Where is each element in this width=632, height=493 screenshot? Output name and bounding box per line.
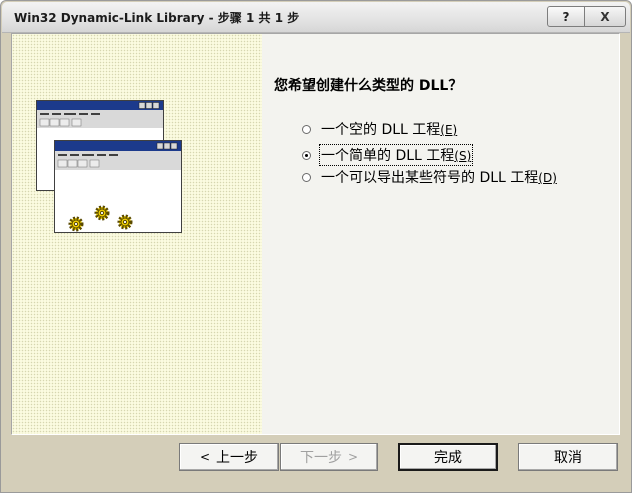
cancel-button[interactable]: 取消 [518, 443, 618, 471]
option-mnemonic: (S) [454, 149, 472, 163]
wizard-dialog: Win32 Dynamic-Link Library - 步骤 1 共 1 步 … [0, 0, 632, 493]
radio-button[interactable] [302, 172, 311, 182]
title-bar[interactable]: Win32 Dynamic-Link Library - 步骤 1 共 1 步 … [2, 2, 630, 33]
question-label: 您希望创建什么类型的 DLL？ [274, 78, 463, 94]
illustration-panel [12, 34, 262, 434]
radio-button[interactable] [302, 124, 311, 134]
option-label[interactable]: 一个简单的 DLL 工程(S) [318, 144, 474, 166]
next-button: 下一步 > [280, 443, 378, 471]
option-label[interactable]: 一个可以导出某些符号的 DLL 工程(D) [320, 167, 558, 187]
option-export-symbols-dll[interactable]: 一个可以导出某些符号的 DLL 工程(D) [302, 166, 558, 188]
close-icon: X [600, 9, 610, 24]
finish-button-label: 完成 [434, 450, 462, 466]
help-icon: ? [562, 9, 570, 24]
option-label[interactable]: 一个空的 DLL 工程(E) [320, 119, 458, 139]
finish-button[interactable]: 完成 [398, 443, 498, 471]
chevron-right-icon: > [347, 450, 359, 464]
next-button-label: 下一步 [299, 450, 342, 466]
back-button[interactable]: < 上一步 [179, 443, 279, 471]
help-button[interactable]: ? [547, 6, 585, 27]
window-title: Win32 Dynamic-Link Library - 步骤 1 共 1 步 [14, 11, 300, 25]
cancel-button-label: 取消 [554, 450, 582, 466]
option-mnemonic: (E) [440, 123, 458, 137]
radio-button-selected[interactable] [302, 150, 311, 160]
back-button-label: 上一步 [216, 450, 259, 466]
chevron-left-icon: < [199, 450, 211, 464]
option-empty-dll[interactable]: 一个空的 DLL 工程(E) [302, 118, 458, 140]
dll-illustration-icon [36, 100, 182, 233]
option-mnemonic: (D) [538, 171, 557, 185]
wizard-body: 您希望创建什么类型的 DLL？ 一个空的 DLL 工程(E) 一个简单的 DLL… [11, 33, 620, 435]
option-simple-dll[interactable]: 一个简单的 DLL 工程(S) [302, 144, 474, 166]
close-button[interactable]: X [584, 6, 626, 27]
